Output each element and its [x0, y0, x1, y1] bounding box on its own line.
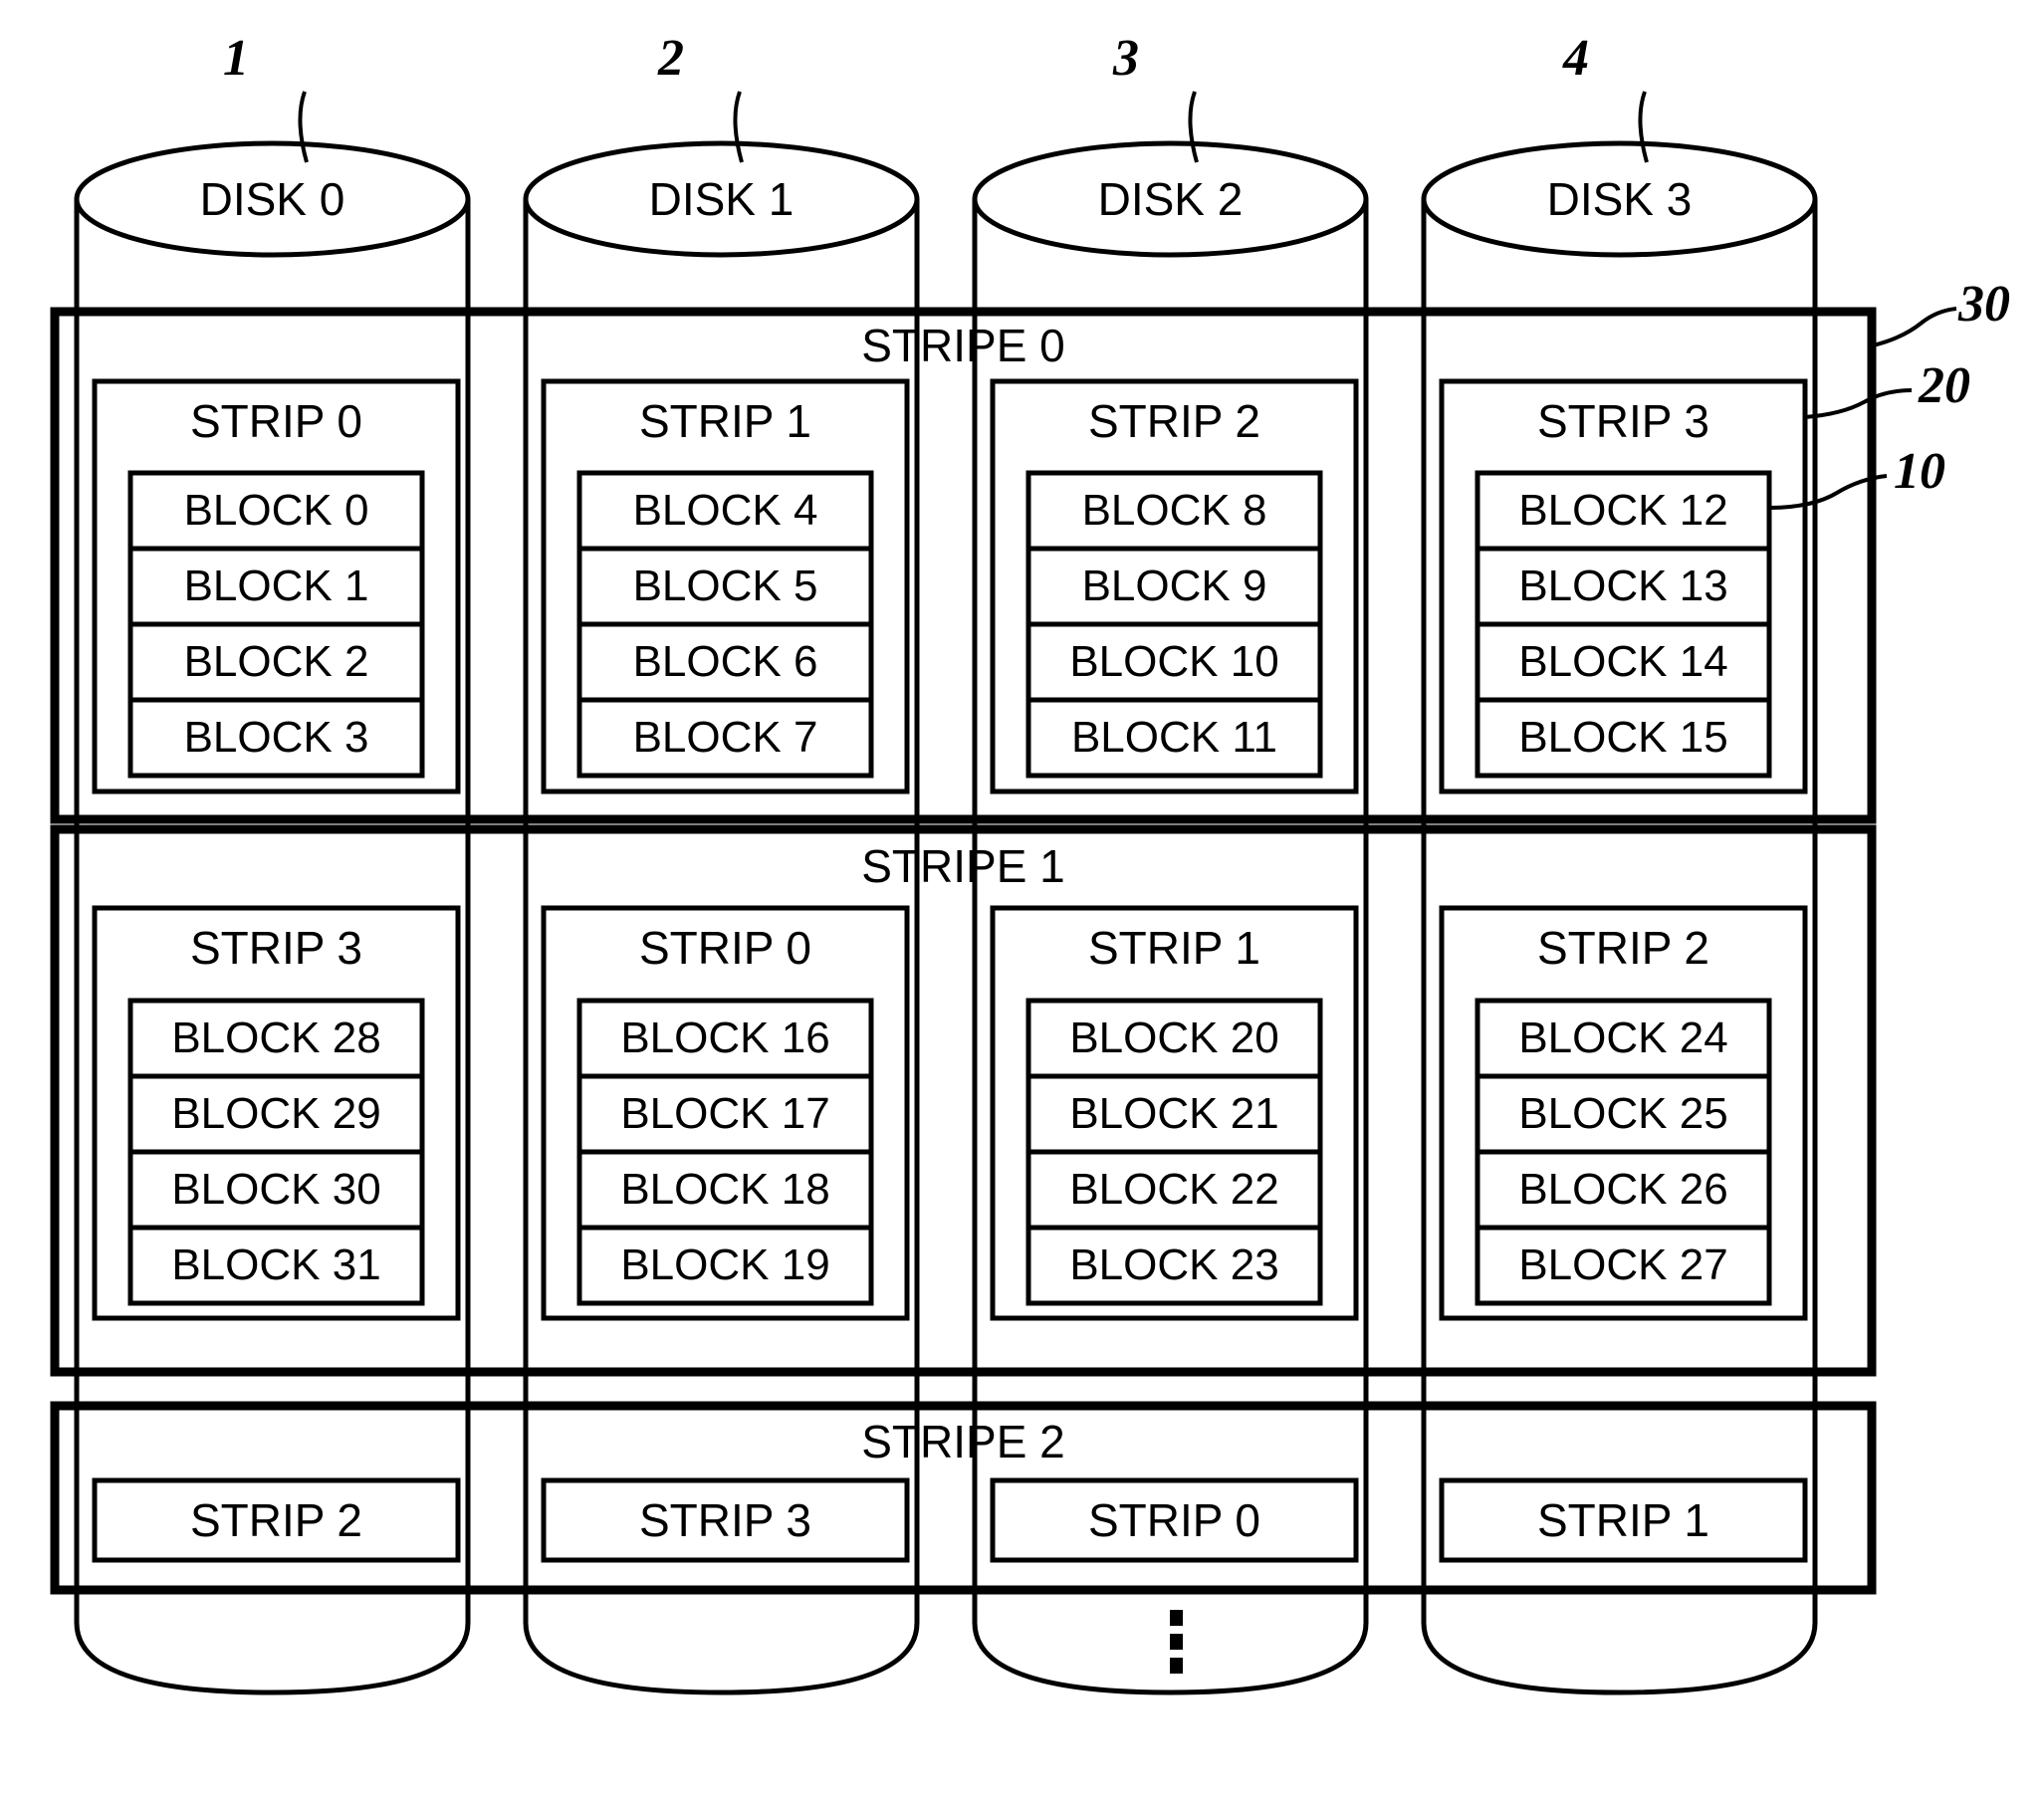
block-label: BLOCK 12 [1518, 486, 1728, 535]
strip-label-0-3: STRIP 3 [1537, 395, 1709, 447]
strip-label-1-0: STRIP 3 [190, 922, 362, 974]
block-label: BLOCK 25 [1518, 1089, 1728, 1138]
reference-numeral-disk-2: 3 [1113, 30, 1139, 87]
strip-label-2-0: STRIP 2 [190, 1494, 362, 1546]
block-label: BLOCK 0 [183, 486, 369, 535]
strip-label-0-1: STRIP 1 [639, 395, 811, 447]
block-label: BLOCK 27 [1518, 1240, 1728, 1289]
leader-line-ref-30 [1872, 307, 1957, 347]
block-label: BLOCK 13 [1518, 562, 1728, 610]
block-label: BLOCK 4 [632, 486, 818, 535]
block-label: BLOCK 30 [171, 1165, 381, 1214]
block-label: BLOCK 21 [1069, 1089, 1279, 1138]
block-label: BLOCK 26 [1518, 1165, 1728, 1214]
block-label: BLOCK 31 [171, 1240, 381, 1289]
stripe-label-2: STRIPE 2 [861, 1416, 1065, 1467]
reference-numeral-disk-3: 4 [1563, 30, 1589, 87]
reference-numeral-disk-1: 2 [658, 30, 684, 87]
block-label: BLOCK 14 [1518, 637, 1728, 686]
block-label: BLOCK 9 [1081, 562, 1267, 610]
stripe-label-0: STRIPE 0 [861, 320, 1065, 371]
block-label: BLOCK 28 [171, 1014, 381, 1062]
block-label: BLOCK 16 [620, 1014, 830, 1062]
block-label: BLOCK 1 [183, 562, 369, 610]
reference-numeral-disk-0: 1 [223, 30, 249, 87]
reference-numeral-stripe: 30 [1958, 276, 2010, 333]
block-label: BLOCK 6 [632, 637, 818, 686]
vertical-ellipsis-continuation [1170, 1610, 1183, 1674]
block-label: BLOCK 5 [632, 562, 818, 610]
block-label: BLOCK 23 [1069, 1240, 1279, 1289]
block-label: BLOCK 7 [632, 713, 818, 762]
strip-label-2-2: STRIP 0 [1088, 1494, 1260, 1546]
block-label: BLOCK 22 [1069, 1165, 1279, 1214]
block-label: BLOCK 11 [1070, 713, 1278, 762]
reference-numeral-block: 10 [1894, 443, 1945, 500]
block-label: BLOCK 10 [1069, 637, 1279, 686]
stripe-label-1: STRIPE 1 [861, 840, 1065, 892]
strip-label-2-1: STRIP 3 [639, 1494, 811, 1546]
reference-numeral-strip: 20 [1919, 357, 1970, 414]
strip-label-2-3: STRIP 1 [1537, 1494, 1709, 1546]
disk-label-3: DISK 3 [1546, 173, 1693, 225]
block-label: BLOCK 15 [1518, 713, 1728, 762]
disk-label-1: DISK 1 [648, 173, 795, 225]
block-label: BLOCK 19 [620, 1240, 830, 1289]
block-label: BLOCK 2 [183, 637, 369, 686]
block-label: BLOCK 3 [183, 713, 369, 762]
strip-label-0-0: STRIP 0 [190, 395, 362, 447]
strip-label-1-2: STRIP 1 [1088, 922, 1260, 974]
patent-figure-raid-stripe-diagram: 1 2 3 4 30 20 10 DISK 0 DISK 1 DISK 2 DI… [0, 0, 2044, 1802]
block-label: BLOCK 20 [1069, 1014, 1279, 1062]
strip-label-1-3: STRIP 2 [1537, 922, 1709, 974]
block-label: BLOCK 8 [1081, 486, 1267, 535]
block-label: BLOCK 24 [1518, 1014, 1728, 1062]
block-label: BLOCK 17 [620, 1089, 830, 1138]
strip-label-0-2: STRIP 2 [1088, 395, 1260, 447]
disk-label-2: DISK 2 [1097, 173, 1244, 225]
block-label: BLOCK 18 [620, 1165, 830, 1214]
strip-label-1-1: STRIP 0 [639, 922, 811, 974]
disk-label-0: DISK 0 [199, 173, 345, 225]
leader-line-ref-20 [1804, 388, 1913, 419]
block-label: BLOCK 29 [171, 1089, 381, 1138]
